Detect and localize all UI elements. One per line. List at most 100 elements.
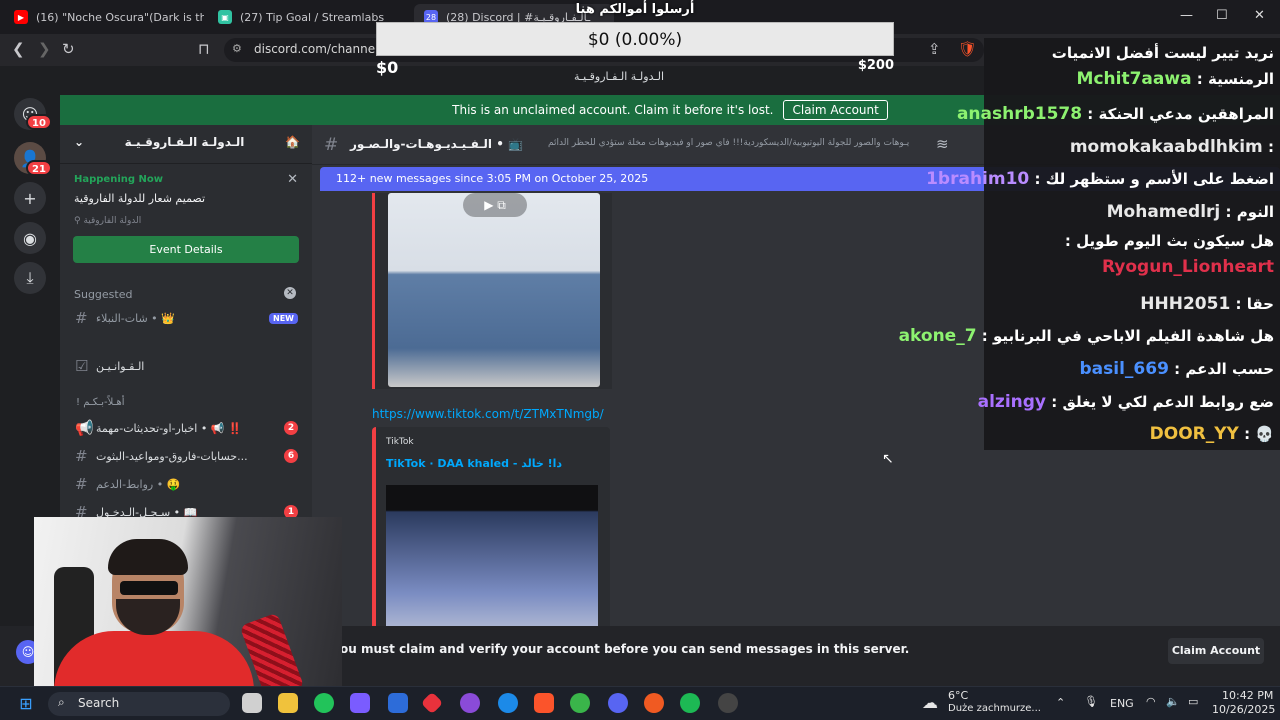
server-name: الـدولـة الـفـاروقـيـة [124, 135, 245, 149]
shirt [54, 631, 254, 692]
share-icon[interactable]: ⇪ [928, 40, 941, 58]
tip-goal-amount: $0 (0.00%) [587, 30, 683, 50]
volume-icon[interactable]: 🔈 [1166, 695, 1180, 708]
channel-item[interactable]: # حسابات-فاروق-ومواعيد-البثوت... 6 [60, 445, 312, 467]
stream-chat-text: حقا [1246, 295, 1274, 313]
stream-chat-username[interactable]: 1brahim10 [926, 169, 1029, 189]
browser-tab-youtube[interactable]: ▶ (16) "Noche Oscura"(Dark is the Nigh [4, 4, 204, 30]
brave-icon[interactable] [534, 693, 554, 713]
sunglasses [120, 581, 178, 595]
server-header[interactable]: ⌄ الـدولـة الـفـاروقـيـة 🏠 [74, 135, 300, 149]
dismiss-icon[interactable]: ✕ [284, 287, 296, 299]
stream-chat-text: المراهقين مدعي الحنكة [1098, 105, 1274, 123]
task-view-icon[interactable] [242, 693, 262, 713]
store-icon[interactable] [388, 693, 408, 713]
event-location-text: الدولة الفاروقية [83, 216, 142, 226]
claim-account-button[interactable]: Claim Account [783, 100, 888, 120]
channel-item[interactable]: ☑ الـقـوانـيـن [60, 355, 312, 377]
obs-icon[interactable] [718, 693, 738, 713]
stream-chat-text: اضغط على الأسم و ستظهر لك [1045, 170, 1274, 188]
happening-now-label: Happening Now [74, 174, 163, 185]
wifi-icon[interactable]: ◠ [1146, 695, 1156, 708]
stream-chat-separator: : [1168, 360, 1186, 378]
video-attachment[interactable]: ▶ ⧉ [372, 193, 612, 389]
stream-chat-separator: : [1029, 170, 1046, 188]
channel-item[interactable]: # شات-النبلاء • 👑 NEW [60, 307, 312, 329]
discord-icon[interactable] [608, 693, 628, 713]
channel-name: روابط-الدعم • 🤑 [96, 477, 181, 491]
clock-time[interactable]: 10:42 PM [1222, 689, 1273, 702]
stream-chat-text: هل شاهدة الفيلم الاباحي في البرنابيو [993, 327, 1274, 345]
stream-chat-text: ضع روابط الدعم لكي لا يغلق [1062, 393, 1274, 411]
stream-chat-message: اضغط على الأسم و ستظهر لك : 1brahim10 [926, 163, 1274, 195]
webcam-overlay [34, 517, 342, 692]
discover-icon[interactable]: ◉ [14, 222, 46, 254]
app-icon[interactable] [420, 691, 444, 715]
minimize-icon[interactable]: — [1180, 8, 1193, 23]
channel-topic[interactable]: يـوهات والصور للجولة اليوتيوبية/الديسكور… [548, 138, 928, 148]
ea-icon[interactable] [644, 693, 664, 713]
mic-icon[interactable]: 🎙 [1084, 695, 1098, 708]
stream-chat-username[interactable]: alzingy [978, 392, 1046, 412]
language-indicator[interactable]: ENG [1110, 697, 1134, 710]
play-icon[interactable]: ▶ ⧉ [463, 193, 527, 217]
weather-desc[interactable]: Duże zachmurze... [948, 703, 1041, 714]
threads-icon[interactable]: ≋ [936, 135, 949, 153]
clock-date[interactable]: 10/26/2025 [1212, 703, 1275, 716]
channel-category[interactable]: ! أهـلاً-بـكـم [60, 391, 312, 413]
copilot-icon[interactable] [350, 693, 370, 713]
maximize-icon[interactable]: ☐ [1216, 8, 1228, 23]
reload-icon[interactable]: ↻ [62, 40, 75, 58]
bookmark-icon[interactable]: ⊓ [198, 40, 210, 58]
tip-goal-title: أرسلوا أموالكم هنا [575, 2, 695, 17]
tiktok-link[interactable]: https://www.tiktok.com/t/ZTMxTNmgb/ [372, 407, 604, 421]
stream-chat-username[interactable]: anashrb1578 [957, 104, 1082, 124]
beard [116, 599, 180, 635]
windows-start-icon[interactable]: ⊞ [16, 693, 36, 713]
event-title: تصميم شعار للدولة الفاروقية [74, 192, 206, 205]
tab-label: (27) Tip Goal / Streamlabs [240, 10, 385, 24]
twitch-icon[interactable] [460, 693, 480, 713]
event-details-button[interactable]: Event Details [73, 236, 299, 263]
brave-shield-icon[interactable]: 🛡 [958, 40, 977, 58]
stream-chat-username[interactable]: Mchit7aawa [1077, 69, 1192, 89]
stream-chat-username[interactable]: DOOR_YY [1150, 424, 1239, 444]
download-icon[interactable]: ⤓ [14, 262, 46, 294]
edge-icon[interactable] [498, 693, 518, 713]
back-icon[interactable]: ❮ [12, 40, 25, 58]
tip-goal-server-label: الـدولـة الـفـاروقـيـة [574, 70, 664, 83]
stream-chat-username[interactable]: akone_7 [899, 326, 977, 346]
streamer-image [54, 537, 254, 692]
channel-name: شات-النبلاء • 👑 [96, 311, 175, 325]
tray-overflow-icon[interactable]: ⌃ [1056, 696, 1065, 709]
xbox-icon[interactable] [314, 693, 334, 713]
stream-chat-username[interactable]: HHH2051 [1140, 294, 1230, 314]
spotify-icon[interactable] [680, 693, 700, 713]
stream-chat-username[interactable]: Mohamedlrj [1107, 202, 1221, 222]
channel-item[interactable]: # روابط-الدعم • 🤑 [60, 473, 312, 495]
category-name: ! أهـلاً-بـكـم [76, 396, 125, 408]
weather-temp[interactable]: 6°C [948, 689, 968, 702]
add-server-icon[interactable]: + [14, 182, 46, 214]
tip-goal-progress-bar: $0 (0.00%) [376, 22, 894, 56]
taskbar-search[interactable]: ⌕ Search [48, 692, 230, 716]
close-icon[interactable]: ✕ [1254, 8, 1265, 23]
stream-chat-username[interactable]: Ryogun_Lionheart [1102, 257, 1274, 277]
battery-icon[interactable]: ▭ [1188, 695, 1198, 708]
tip-goal-min: $0 [376, 58, 399, 77]
whatsapp-icon[interactable] [570, 693, 590, 713]
claim-account-button[interactable]: Claim Account [1168, 638, 1264, 664]
stream-chat-message: هل سيكون بث اليوم طويل : Ryogun_Lionhear… [984, 228, 1274, 280]
file-explorer-icon[interactable] [278, 693, 298, 713]
chevron-down-icon: ⌄ [74, 135, 85, 149]
close-icon[interactable]: ✕ [287, 172, 298, 187]
channel-item[interactable]: 📢 اخبار-او-تحديثات-مهمة • 📢 ‼️ 2 [60, 417, 312, 439]
hash-icon: # [324, 135, 339, 155]
site-info-icon[interactable]: ⚙ [232, 42, 242, 55]
stream-chat-username[interactable]: basil_669 [1080, 359, 1169, 379]
stream-chat-message: : momokakaabdlhkim [984, 131, 1274, 163]
stream-chat-username[interactable]: momokakaabdlhkim [1070, 137, 1263, 157]
forward-icon[interactable]: ❯ [38, 40, 51, 58]
stream-chat-message: ضع روابط الدعم لكي لا يغلق : alzingy [978, 386, 1274, 418]
embed-title[interactable]: TikTok · DAA khaled - دا! خالد [386, 457, 562, 470]
